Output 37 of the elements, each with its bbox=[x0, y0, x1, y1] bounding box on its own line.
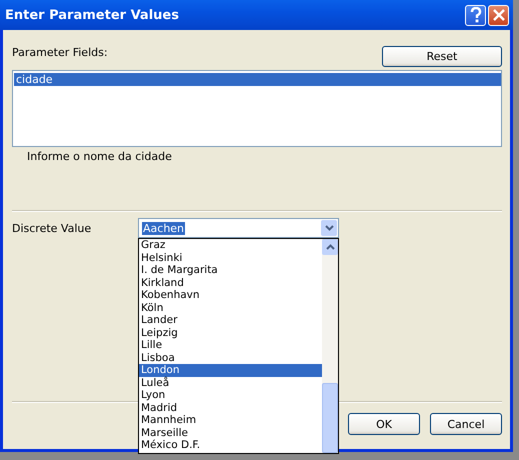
help-button[interactable] bbox=[465, 4, 486, 26]
close-button[interactable] bbox=[488, 4, 509, 26]
dropdown-option[interactable]: Mannheim bbox=[139, 414, 322, 426]
dropdown-option[interactable]: Lille bbox=[139, 339, 322, 352]
parameter-description: Informe o nome da cidade bbox=[26, 149, 173, 163]
dropdown-option[interactable]: Lisboa bbox=[139, 352, 322, 364]
chevron-up-icon bbox=[326, 244, 334, 250]
discrete-value-combo[interactable]: Aachen bbox=[138, 218, 339, 238]
dropdown-option[interactable]: Madrid bbox=[139, 402, 322, 414]
scrollbar-thumb[interactable] bbox=[322, 383, 338, 453]
window-title: Enter Parameter Values bbox=[5, 8, 180, 22]
scrollbar[interactable] bbox=[322, 239, 338, 453]
dropdown-option[interactable]: Kirkland bbox=[139, 276, 322, 289]
reset-button[interactable]: Reset bbox=[382, 46, 502, 67]
parameter-fields-label: Parameter Fields: bbox=[12, 45, 108, 59]
dropdown-option[interactable]: London bbox=[139, 364, 322, 376]
chevron-down-icon bbox=[324, 225, 334, 231]
dropdown-option[interactable]: Köln bbox=[139, 302, 322, 314]
dropdown-option[interactable]: Helsinki bbox=[139, 252, 322, 264]
ok-button[interactable]: OK bbox=[348, 413, 420, 435]
cancel-button[interactable]: Cancel bbox=[430, 413, 502, 435]
dropdown-option[interactable]: Lander bbox=[139, 314, 322, 326]
combo-value: Aachen bbox=[142, 222, 186, 234]
dropdown-option[interactable]: I. de Margarita bbox=[139, 264, 322, 276]
close-icon bbox=[492, 9, 504, 21]
dropdown-option[interactable]: Luleå bbox=[139, 376, 322, 389]
dropdown-option[interactable]: Kobenhavn bbox=[139, 289, 322, 302]
dropdown-button[interactable] bbox=[321, 220, 337, 236]
discrete-value-label: Discrete Value bbox=[12, 221, 92, 237]
dropdown-option[interactable]: Lyon bbox=[139, 389, 322, 402]
dropdown-option[interactable]: Marseille bbox=[139, 426, 322, 439]
question-mark-icon bbox=[470, 7, 482, 23]
dropdown-option[interactable]: Leipzig bbox=[139, 326, 322, 339]
parameter-item[interactable]: cidade bbox=[14, 73, 501, 86]
scroll-up-button[interactable] bbox=[322, 239, 338, 255]
dropdown-option[interactable]: Graz bbox=[139, 239, 322, 252]
dropdown-option[interactable]: México D.F. bbox=[139, 439, 322, 452]
